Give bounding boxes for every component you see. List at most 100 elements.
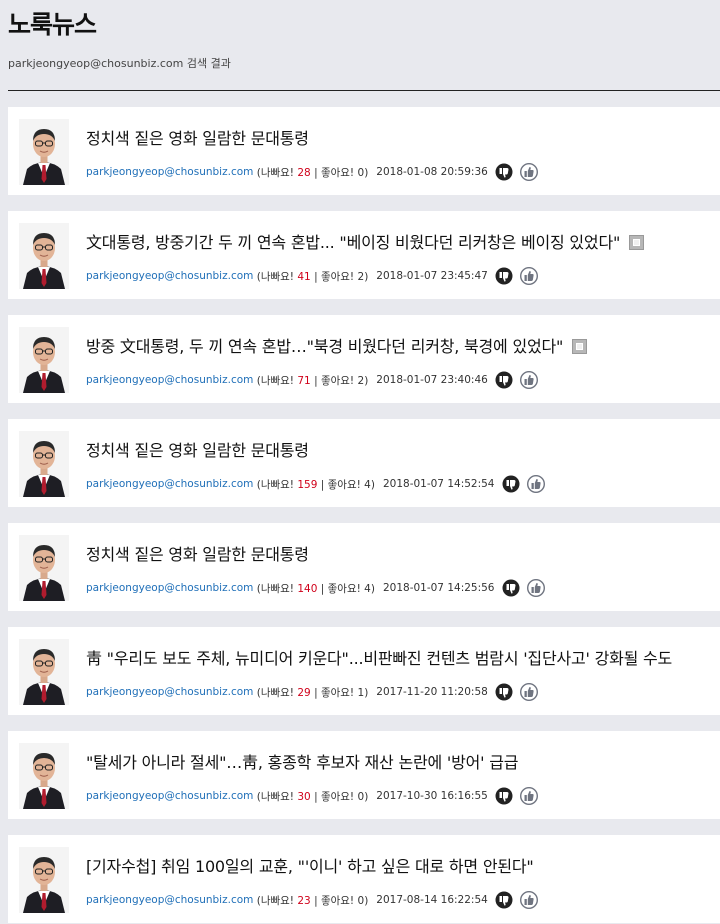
bad-count: 41 [297, 270, 311, 283]
good-count: 4 [364, 582, 371, 595]
thumbs-up-icon[interactable] [519, 371, 538, 389]
author-avatar[interactable] [19, 847, 69, 913]
thumbs-down-icon[interactable] [495, 683, 513, 701]
article-date: 2018-01-07 23:40:46 [376, 374, 488, 386]
thumbs-up-icon[interactable] [526, 579, 545, 597]
article-author-link[interactable]: parkjeongyeop@chosunbiz.com [86, 790, 253, 802]
article-card: 방중 文대통령, 두 끼 연속 혼밥…"북경 비웠다던 리커창, 북경에 있었다… [8, 315, 720, 403]
thumbs-up-icon[interactable] [519, 787, 538, 805]
thumbs-down-icon[interactable] [495, 787, 513, 805]
article-author-link[interactable]: parkjeongyeop@chosunbiz.com [86, 374, 253, 386]
article-title[interactable]: 정치색 짙은 영화 일람한 문대통령 [86, 125, 309, 149]
article-title-text[interactable]: 정치색 짙은 영화 일람한 문대통령 [86, 129, 309, 148]
bad-label: (나빠요! [256, 894, 295, 907]
good-label: | 좋아요! [314, 374, 355, 387]
close-paren: ) [364, 686, 369, 699]
thumbs-up-icon[interactable] [519, 163, 538, 181]
close-paren: ) [364, 166, 369, 179]
reaction-counts: (나빠요! 140 | 좋아요! 4) [253, 581, 375, 596]
article-meta: parkjeongyeop@chosunbiz.com (나빠요! 28 | 좋… [86, 163, 538, 181]
thumbs-down-icon[interactable] [495, 891, 513, 909]
article-card: [기자수첩] 취임 100일의 교훈, "'이니' 하고 싶은 대로 하면 안된… [8, 835, 720, 923]
article-title[interactable]: 文대통령, 방중기간 두 끼 연속 혼밥... "베이징 비웠다던 리커창은 베… [86, 229, 645, 253]
article-title-text[interactable]: 靑 "우리도 보도 주체, 뉴미디어 키운다"...비판빠진 컨텐츠 범람시 '… [86, 649, 672, 668]
article-author-link[interactable]: parkjeongyeop@chosunbiz.com [86, 582, 253, 594]
article-title[interactable]: 靑 "우리도 보도 주체, 뉴미디어 키운다"...비판빠진 컨텐츠 범람시 '… [86, 645, 672, 669]
article-title-text[interactable]: 文대통령, 방중기간 두 끼 연속 혼밥... "베이징 비웠다던 리커창은 베… [86, 233, 620, 252]
bad-label: (나빠요! [256, 478, 295, 491]
subtitle-suffix: 검색 결과 [183, 57, 231, 70]
article-author-link[interactable]: parkjeongyeop@chosunbiz.com [86, 166, 253, 178]
article-author-link[interactable]: parkjeongyeop@chosunbiz.com [86, 894, 253, 906]
author-avatar[interactable] [19, 223, 69, 289]
search-result-subtitle: parkjeongyeop@chosunbiz.com 검색 결과 [8, 55, 712, 71]
thumbs-up-icon[interactable] [519, 267, 538, 285]
site-title[interactable]: 노룩뉴스 [8, 10, 712, 40]
article-title[interactable]: "탈세가 아니라 절세"…靑, 홍종학 후보자 재산 논란에 '방어' 급급 [86, 749, 518, 773]
article-card: 정치색 짙은 영화 일람한 문대통령 parkjeongyeop@chosunb… [8, 107, 720, 195]
good-label: | 좋아요! [314, 686, 355, 699]
close-paren: ) [364, 790, 369, 803]
bad-label: (나빠요! [256, 790, 295, 803]
bad-count: 140 [297, 582, 318, 595]
good-label: | 좋아요! [320, 478, 361, 491]
expand-icon[interactable] [572, 339, 588, 354]
article-title-text[interactable]: [기자수첩] 취임 100일의 교훈, "'이니' 하고 싶은 대로 하면 안된… [86, 857, 534, 876]
article-title[interactable]: 방중 文대통령, 두 끼 연속 혼밥…"북경 비웠다던 리커창, 북경에 있었다… [86, 333, 588, 357]
article-date: 2018-01-07 14:25:56 [382, 582, 495, 594]
article-title-text[interactable]: 방중 文대통령, 두 끼 연속 혼밥…"북경 비웠다던 리커창, 북경에 있었다… [86, 337, 563, 356]
article-title-text[interactable]: 정치색 짙은 영화 일람한 문대통령 [86, 545, 309, 564]
article-meta: parkjeongyeop@chosunbiz.com (나빠요! 159 | … [86, 475, 545, 493]
article-card: 정치색 짙은 영화 일람한 문대통령 parkjeongyeop@chosunb… [8, 523, 720, 611]
article-author-link[interactable]: parkjeongyeop@chosunbiz.com [86, 686, 253, 698]
article-meta: parkjeongyeop@chosunbiz.com (나빠요! 30 | 좋… [86, 787, 538, 805]
bad-label: (나빠요! [256, 582, 295, 595]
bad-count: 29 [297, 686, 311, 699]
good-label: | 좋아요! [314, 894, 355, 907]
article-meta: parkjeongyeop@chosunbiz.com (나빠요! 23 | 좋… [86, 891, 538, 909]
article-author-link[interactable]: parkjeongyeop@chosunbiz.com [86, 270, 253, 282]
thumbs-down-icon[interactable] [495, 267, 513, 285]
thumbs-down-icon[interactable] [502, 579, 520, 597]
article-title-text[interactable]: 정치색 짙은 영화 일람한 문대통령 [86, 441, 309, 460]
page-header: 노룩뉴스 parkjeongyeop@chosunbiz.com 검색 결과 [0, 0, 720, 80]
article-author-link[interactable]: parkjeongyeop@chosunbiz.com [86, 478, 253, 490]
thumbs-down-icon[interactable] [502, 475, 520, 493]
author-avatar[interactable] [19, 327, 69, 393]
article-title[interactable]: 정치색 짙은 영화 일람한 문대통령 [86, 541, 309, 565]
author-avatar[interactable] [19, 535, 69, 601]
close-paren: ) [370, 582, 375, 595]
thumbs-up-icon[interactable] [519, 683, 538, 701]
reaction-counts: (나빠요! 30 | 좋아요! 0) [253, 789, 369, 804]
reaction-counts: (나빠요! 28 | 좋아요! 0) [253, 165, 369, 180]
article-title-text[interactable]: "탈세가 아니라 절세"…靑, 홍종학 후보자 재산 논란에 '방어' 급급 [86, 753, 518, 772]
author-avatar[interactable] [19, 431, 69, 497]
thumbs-down-icon[interactable] [495, 163, 513, 181]
thumbs-up-icon[interactable] [526, 475, 545, 493]
reaction-counts: (나빠요! 159 | 좋아요! 4) [253, 477, 375, 492]
bad-count: 159 [297, 478, 318, 491]
thumbs-up-icon[interactable] [519, 891, 538, 909]
bad-count: 28 [297, 166, 311, 179]
good-label: | 좋아요! [314, 270, 355, 283]
close-paren: ) [364, 270, 369, 283]
author-avatar[interactable] [19, 639, 69, 705]
author-avatar[interactable] [19, 743, 69, 809]
article-date: 2018-01-07 23:45:47 [376, 270, 488, 282]
article-title[interactable]: 정치색 짙은 영화 일람한 문대통령 [86, 437, 309, 461]
article-title[interactable]: [기자수첩] 취임 100일의 교훈, "'이니' 하고 싶은 대로 하면 안된… [86, 853, 534, 877]
article-card: 정치색 짙은 영화 일람한 문대통령 parkjeongyeop@chosunb… [8, 419, 720, 507]
bad-label: (나빠요! [256, 374, 295, 387]
article-card: 文대통령, 방중기간 두 끼 연속 혼밥... "베이징 비웠다던 리커창은 베… [8, 211, 720, 299]
article-date: 2018-01-08 20:59:36 [376, 166, 488, 178]
good-label: | 좋아요! [314, 790, 355, 803]
bad-count: 30 [297, 790, 311, 803]
close-paren: ) [364, 894, 369, 907]
article-card: "탈세가 아니라 절세"…靑, 홍종학 후보자 재산 논란에 '방어' 급급 p… [8, 731, 720, 819]
close-paren: ) [364, 374, 369, 387]
thumbs-down-icon[interactable] [495, 371, 513, 389]
expand-icon[interactable] [629, 235, 645, 250]
article-list: 정치색 짙은 영화 일람한 문대통령 parkjeongyeop@chosunb… [0, 107, 720, 923]
author-avatar[interactable] [19, 119, 69, 185]
subtitle-author: parkjeongyeop@chosunbiz.com [8, 57, 184, 70]
